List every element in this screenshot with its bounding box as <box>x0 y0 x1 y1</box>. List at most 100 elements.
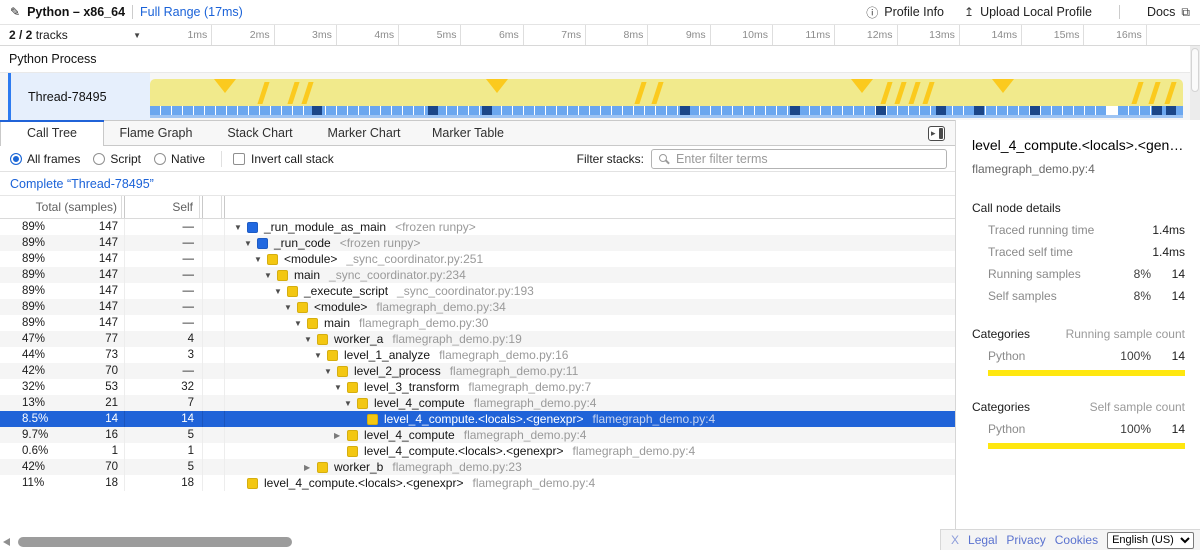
cell-self: 5 <box>125 459 203 475</box>
divider <box>1119 5 1120 19</box>
track-vertical-scrollbar[interactable] <box>1190 46 1200 120</box>
category-row: Python100%14 <box>972 349 1185 363</box>
function-name: main <box>324 316 350 330</box>
table-row[interactable]: 89%147—▼mainflamegraph_demo.py:30 <box>0 315 955 331</box>
table-row[interactable]: 11%1818▼level_4_compute.<locals>.<genexp… <box>0 475 955 491</box>
sidebar-toggle-icon[interactable] <box>928 126 945 141</box>
ruler-tick: 14ms <box>960 25 1022 45</box>
table-row[interactable]: 44%733▼level_1_analyzeflamegraph_demo.py… <box>0 347 955 363</box>
total-percent: 0.6% <box>0 445 60 457</box>
docs-link[interactable]: Docs ⧉ <box>1147 5 1190 20</box>
collapse-icon[interactable]: ▼ <box>304 335 317 344</box>
horizontal-scrollbar-thumb[interactable] <box>18 537 292 547</box>
cell-self: 5 <box>125 427 203 443</box>
radio-icon[interactable] <box>93 153 105 165</box>
sample-dark-segment <box>1030 106 1040 115</box>
collapse-icon[interactable]: ▼ <box>284 303 297 312</box>
invert-callstack-toggle[interactable]: Invert call stack <box>233 152 334 166</box>
tab-call-tree[interactable]: Call Tree <box>0 121 104 145</box>
tab-marker-chart[interactable]: Marker Chart <box>312 121 416 145</box>
ruler-tick: 8ms <box>586 25 648 45</box>
table-row[interactable]: 89%147—▼main_sync_coordinator.py:234 <box>0 267 955 283</box>
function-name: level_4_compute <box>374 396 465 410</box>
thread-track-label[interactable]: Thread-78495 <box>8 73 150 120</box>
tab-marker-table[interactable]: Marker Table <box>416 121 520 145</box>
category-count-label: Self sample count <box>1090 400 1185 414</box>
edit-pencil-icon[interactable]: ✎ <box>10 5 20 19</box>
table-row[interactable]: 42%70—▼level_2_processflamegraph_demo.py… <box>0 363 955 379</box>
category-name: Python <box>972 422 1111 436</box>
function-name: level_4_compute.<locals>.<genexpr> <box>364 444 563 458</box>
detail-label: Self samples <box>972 289 1111 303</box>
table-row[interactable]: 89%147—▼<module>_sync_coordinator.py:251 <box>0 251 955 267</box>
marker-slash-icon <box>908 82 920 104</box>
tab-flame-graph[interactable]: Flame Graph <box>104 121 208 145</box>
table-row[interactable]: 89%147—▼_execute_script_sync_coordinator… <box>0 283 955 299</box>
thread-activity-graph[interactable] <box>150 79 1183 119</box>
collapse-icon[interactable]: ▼ <box>314 351 327 360</box>
footer-link-privacy[interactable]: Privacy <box>1006 533 1045 547</box>
tab-stack-chart[interactable]: Stack Chart <box>208 121 312 145</box>
total-percent: 42% <box>0 365 60 377</box>
profile-info-button[interactable]: ⓘ Profile Info <box>866 4 944 21</box>
radio-native[interactable]: Native <box>154 152 205 166</box>
process-track-header[interactable]: Python Process <box>0 46 1200 73</box>
invert-checkbox[interactable] <box>233 153 245 165</box>
cell-self: 4 <box>125 331 203 347</box>
collapse-icon[interactable]: ▼ <box>334 383 347 392</box>
scrollbar-thumb[interactable] <box>1191 48 1199 92</box>
footer-close-button[interactable]: X <box>951 533 959 547</box>
collapse-icon[interactable]: ▼ <box>254 255 267 264</box>
sample-dark-segment <box>312 106 322 115</box>
radio-script[interactable]: Script <box>93 152 141 166</box>
detail-percent: 8% <box>1111 267 1151 281</box>
cell-function: ▼level_3_transformflamegraph_demo.py:7 <box>225 379 955 395</box>
footer-link-legal[interactable]: Legal <box>968 533 997 547</box>
breadcrumb-complete-thread[interactable]: Complete “Thread-78495” <box>10 177 154 191</box>
category-square-icon <box>297 302 308 313</box>
full-range-button[interactable]: Full Range (17ms) <box>140 5 243 19</box>
tracks-dropdown-button[interactable]: 2 / 2 tracks ▼ <box>0 25 150 45</box>
column-header-self[interactable]: Self <box>125 196 203 218</box>
cell-spacer <box>203 363 225 379</box>
collapse-icon[interactable]: ▼ <box>294 319 307 328</box>
table-row[interactable]: 13%217▼level_4_computeflamegraph_demo.py… <box>0 395 955 411</box>
footer-link-cookies[interactable]: Cookies <box>1055 533 1098 547</box>
column-header-total[interactable]: Total (samples) <box>0 196 125 218</box>
sample-substrip <box>150 115 1183 118</box>
table-row[interactable]: 9.7%165▶level_4_computeflamegraph_demo.p… <box>0 427 955 443</box>
category-square-icon <box>287 286 298 297</box>
cell-self: — <box>125 363 203 379</box>
table-row[interactable]: 32%5332▼level_3_transformflamegraph_demo… <box>0 379 955 395</box>
cell-spacer <box>203 411 225 427</box>
radio-icon[interactable] <box>154 153 166 165</box>
collapse-icon[interactable]: ▼ <box>344 399 357 408</box>
language-select[interactable]: English (US) <box>1107 532 1194 549</box>
thread-track: Thread-78495 <box>0 73 1200 120</box>
table-row[interactable]: 89%147—▼<module>flamegraph_demo.py:34 <box>0 299 955 315</box>
expand-icon[interactable]: ▶ <box>334 431 347 440</box>
collapse-icon[interactable]: ▼ <box>324 367 337 376</box>
table-row[interactable]: 47%774▼worker_aflamegraph_demo.py:19 <box>0 331 955 347</box>
frame-filter-radios: All frames Script Native <box>10 152 218 166</box>
category-square-icon <box>347 382 358 393</box>
scroll-left-arrow-icon[interactable] <box>3 538 10 546</box>
cell-total: 13%21 <box>0 395 125 411</box>
collapse-icon[interactable]: ▼ <box>264 271 277 280</box>
collapse-icon[interactable]: ▼ <box>244 239 257 248</box>
collapse-icon[interactable]: ▼ <box>234 223 247 232</box>
table-row[interactable]: 89%147—▼_run_code<frozen runpy> <box>0 235 955 251</box>
radio-all-frames[interactable]: All frames <box>10 152 80 166</box>
table-row[interactable]: 89%147—▼_run_module_as_main<frozen runpy… <box>0 219 955 235</box>
table-row[interactable]: 0.6%11▼level_4_compute.<locals>.<genexpr… <box>0 443 955 459</box>
expand-icon[interactable]: ▶ <box>304 463 317 472</box>
radio-icon[interactable] <box>10 153 22 165</box>
total-samples: 147 <box>60 317 124 329</box>
table-row[interactable]: 8.5%1414▼level_4_compute.<locals>.<genex… <box>0 411 955 427</box>
filter-stacks-input[interactable] <box>651 149 947 169</box>
function-name: <module> <box>314 300 367 314</box>
table-row[interactable]: 42%705▶worker_bflamegraph_demo.py:23 <box>0 459 955 475</box>
detail-percent: 8% <box>1111 289 1151 303</box>
collapse-icon[interactable]: ▼ <box>274 287 287 296</box>
upload-profile-button[interactable]: ↥ Upload Local Profile <box>964 5 1092 19</box>
